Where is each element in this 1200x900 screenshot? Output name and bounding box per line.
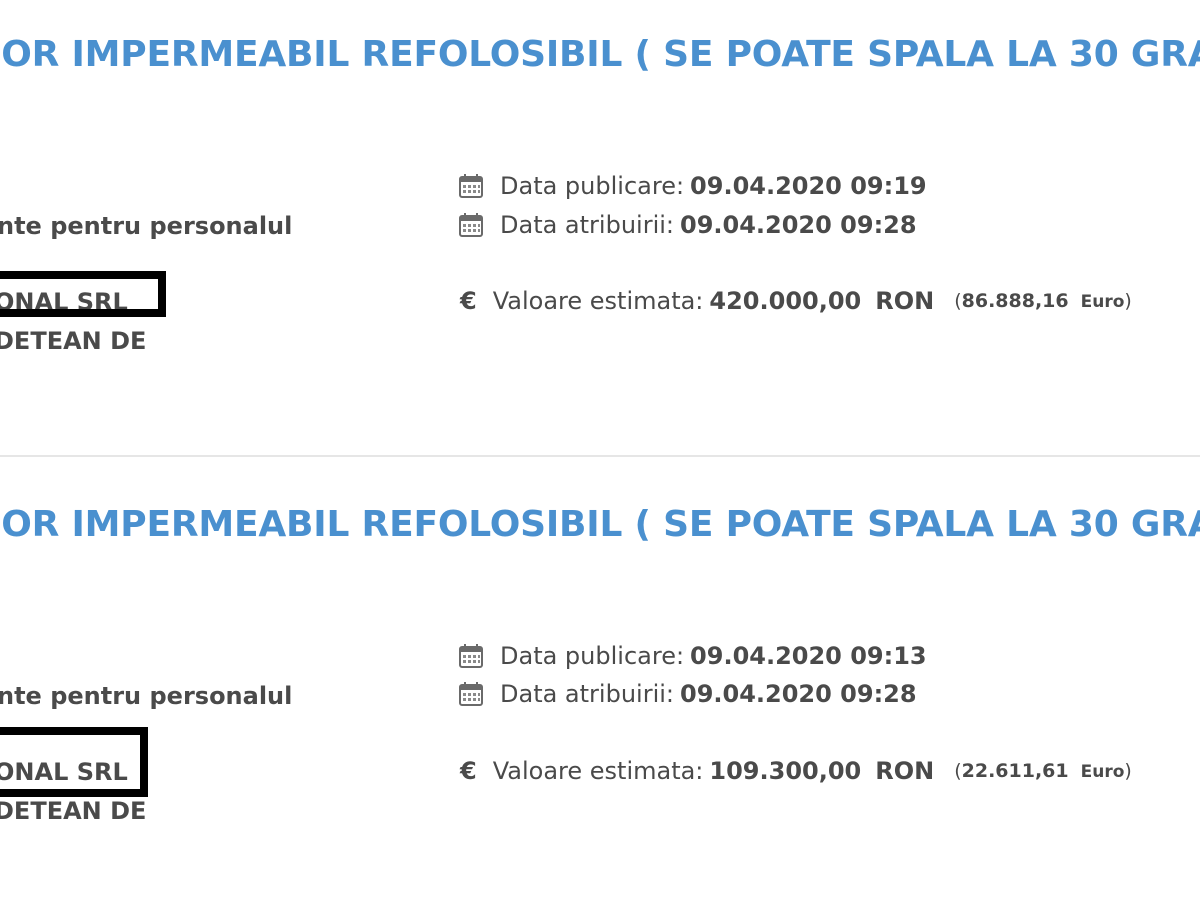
listing-card: IOR IMPERMEABIL REFOLOSIBIL ( SE POATE S…: [0, 0, 1200, 440]
publication-date-row: Data publicare: 09.04.2020 09:13: [458, 642, 927, 670]
calendar-icon: [459, 682, 483, 706]
euro-equivalent-value: 86.888,16: [961, 290, 1069, 312]
award-date-label: Data atribuirii:: [500, 211, 674, 239]
estimated-value-label: Valoare estimata:: [492, 287, 704, 315]
contracting-authority: DETEAN DE: [0, 797, 147, 825]
estimated-value-amount: 420.000,00: [709, 287, 862, 315]
listing-title-link[interactable]: IOR IMPERMEABIL REFOLOSIBIL ( SE POATE S…: [0, 34, 1200, 75]
highlight-box: [0, 271, 166, 317]
procurement-listing-page: IOR IMPERMEABIL REFOLOSIBIL ( SE POATE S…: [0, 0, 1200, 900]
euro-equivalent: (22.611,61 Euro): [954, 760, 1132, 782]
currency-code: RON: [875, 757, 935, 785]
estimated-value-label: Valoare estimata:: [492, 757, 704, 785]
euro-equivalent-currency: Euro: [1080, 292, 1125, 312]
category-text: nte pentru personalul: [0, 212, 293, 240]
calendar-icon: [459, 644, 483, 668]
euro-icon: €: [460, 757, 477, 785]
award-date-row: Data atribuirii: 09.04.2020 09:28: [458, 211, 917, 239]
award-date-label: Data atribuirii:: [500, 680, 674, 708]
euro-equivalent-currency: Euro: [1080, 762, 1125, 782]
calendar-icon: [459, 213, 483, 237]
listing-divider: [0, 455, 1200, 457]
publication-date-label: Data publicare:: [500, 172, 685, 200]
award-date-value: 09.04.2020 09:28: [680, 680, 917, 708]
listing-title-link[interactable]: IOR IMPERMEABIL REFOLOSIBIL ( SE POATE S…: [0, 504, 1200, 545]
estimated-value-row: € Valoare estimata: 109.300,00 RON (22.6…: [458, 757, 1132, 785]
highlight-box: [0, 727, 148, 797]
estimated-value-row: € Valoare estimata: 420.000,00 RON (86.8…: [458, 287, 1132, 315]
currency-code: RON: [875, 287, 935, 315]
award-date-row: Data atribuirii: 09.04.2020 09:28: [458, 680, 917, 708]
category-text: nte pentru personalul: [0, 682, 293, 710]
publication-date-row: Data publicare: 09.04.2020 09:19: [458, 172, 927, 200]
publication-date-value: 09.04.2020 09:13: [690, 642, 927, 670]
euro-equivalent-value: 22.611,61: [961, 760, 1069, 782]
calendar-icon: [459, 174, 483, 198]
publication-date-label: Data publicare:: [500, 642, 685, 670]
listing-card: IOR IMPERMEABIL REFOLOSIBIL ( SE POATE S…: [0, 470, 1200, 900]
award-date-value: 09.04.2020 09:28: [680, 211, 917, 239]
estimated-value-amount: 109.300,00: [709, 757, 862, 785]
euro-icon: €: [460, 287, 477, 315]
euro-equivalent: (86.888,16 Euro): [954, 290, 1132, 312]
publication-date-value: 09.04.2020 09:19: [690, 172, 927, 200]
contracting-authority: DETEAN DE: [0, 327, 147, 355]
